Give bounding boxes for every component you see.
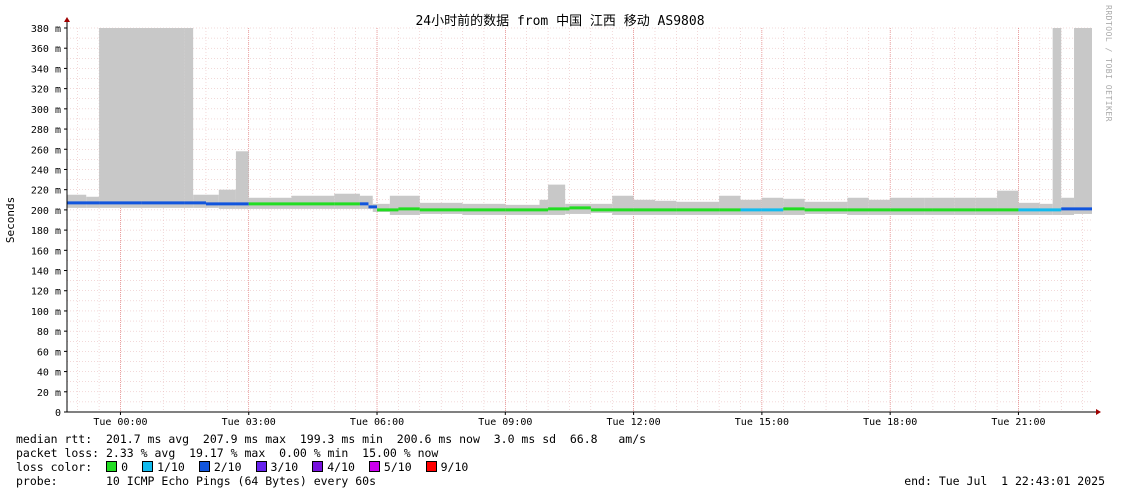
jitter-band — [719, 195, 741, 215]
rrdtool-watermark: RRDTOOL / TOBI OETIKER — [1104, 5, 1113, 122]
loss-swatch — [425, 461, 437, 472]
jitter-band — [548, 184, 566, 215]
loss-swatch — [255, 461, 267, 472]
loss-legend-label: 9/10 — [440, 460, 469, 474]
jitter-band — [1061, 197, 1075, 215]
loss-legend-label: 0 — [121, 460, 129, 474]
jitter-band — [590, 203, 613, 213]
y-tick-label: 80 m — [37, 327, 61, 338]
x-tick-label: Tue 21:00 — [991, 417, 1045, 428]
x-tick-label: Tue 18:00 — [863, 417, 917, 428]
loss-legend-item: 9/10 — [425, 460, 469, 474]
y-tick-label: 60 m — [37, 347, 61, 358]
jitter-band — [954, 197, 976, 215]
jitter-band — [975, 197, 998, 215]
y-tick-label: 260 m — [31, 145, 61, 156]
jitter-band — [847, 197, 869, 215]
loss-legend-label: 4/10 — [327, 460, 355, 474]
packet-loss-stats: packet loss: 2.33 % avg 19.17 % max 0.00… — [16, 446, 439, 460]
jitter-band — [389, 195, 420, 215]
jitter-band — [676, 201, 720, 215]
x-axis-arrow — [1096, 409, 1101, 415]
loss-legend-label: 2/10 — [213, 460, 242, 474]
y-tick-label: 100 m — [31, 307, 61, 318]
jitter-band — [633, 199, 655, 215]
loss-swatch — [368, 461, 380, 472]
x-tick-label: Tue 03:00 — [222, 417, 276, 428]
jitter-band — [761, 197, 784, 215]
loss-legend-item: 2/10 — [198, 460, 242, 474]
jitter-band — [235, 151, 249, 209]
loss-legend-label: 3/10 — [270, 460, 299, 474]
jitter-band — [291, 195, 335, 209]
jitter-band — [868, 199, 891, 215]
y-tick-label: 220 m — [31, 186, 61, 197]
loss-swatch — [312, 461, 324, 472]
smokeping-graph: 0 20 m 40 m 60 m 80 m 100 m 120 m 140 m 160 m 180… — [0, 0, 1121, 494]
loss-legend-item: 3/10 — [255, 460, 299, 474]
loss-color-legend: loss color: 0 1/10 2/10 3/10 4/10 5/10 9/10 — [16, 460, 482, 474]
jitter-band — [218, 189, 236, 209]
loss-swatch — [142, 461, 154, 472]
loss-legend-item: 1/10 — [142, 460, 185, 474]
jitter-band — [67, 194, 87, 208]
x-tick-label: Tue 09:00 — [478, 417, 532, 428]
jitter-band — [193, 194, 219, 208]
y-tick-label: 40 m — [37, 368, 61, 379]
y-axis-arrow — [64, 17, 70, 22]
y-tick-label: 0 — [55, 408, 61, 419]
loss-legend-item: 0 — [106, 460, 128, 474]
jitter-band — [924, 197, 955, 215]
x-tick-label: Tue 00:00 — [93, 417, 147, 428]
jitter-band — [99, 28, 185, 208]
x-tick-label: Tue 06:00 — [350, 417, 404, 428]
jitter-band — [804, 201, 848, 214]
loss-swatch — [106, 461, 118, 472]
y-tick-label: 120 m — [31, 287, 61, 298]
y-tick-label: 280 m — [31, 125, 61, 136]
y-tick-label: 140 m — [31, 267, 61, 278]
jitter-band — [740, 199, 762, 215]
y-tick-label: 160 m — [31, 246, 61, 257]
jitter-band — [612, 195, 634, 215]
y-tick-label: 340 m — [31, 64, 61, 75]
loss-legend-label: 1/10 — [157, 460, 185, 474]
jitter-band — [654, 200, 677, 215]
median-rtt-stats: median rtt: 201.7 ms avg 207.9 ms max 19… — [16, 432, 647, 446]
jitter-band — [890, 197, 925, 215]
y-tick-label: 240 m — [31, 165, 61, 176]
jitter-band — [334, 193, 360, 209]
jitter-band — [184, 28, 194, 208]
jitter-band — [1052, 28, 1062, 215]
y-axis-label: Seconds — [4, 197, 17, 243]
y-tick-label: 300 m — [31, 105, 61, 116]
y-tick-label: 360 m — [31, 44, 61, 55]
y-tick-label: 320 m — [31, 85, 61, 96]
loss-legend-item: 5/10 — [368, 460, 412, 474]
y-tick-label: 180 m — [31, 226, 61, 237]
loss-legend-item: 4/10 — [312, 460, 355, 474]
probe-info: probe: 10 ICMP Echo Pings (64 Bytes) eve… — [16, 474, 377, 488]
loss-swatch — [198, 461, 210, 472]
chart-title: 24小时前的数据 from 中国 江西 移动 AS9808 — [415, 13, 704, 29]
x-tick-label: Tue 12:00 — [606, 417, 660, 428]
end-timestamp: end: Tue Jul 1 22:43:01 2025 — [904, 474, 1105, 488]
x-tick-label: Tue 15:00 — [735, 417, 789, 428]
latency-chart: 0 20 m 40 m 60 m 80 m 100 m 120 m 140 m 160 m 180… — [4, 13, 1101, 428]
y-tick-label: 20 m — [37, 388, 61, 399]
loss-legend-label: 5/10 — [383, 460, 412, 474]
jitter-band — [419, 202, 463, 214]
y-tick-label: 380 m — [31, 24, 61, 35]
jitter-band — [1074, 28, 1092, 214]
y-tick-label: 200 m — [31, 206, 61, 217]
jitter-band — [539, 199, 549, 215]
loss-color-label: loss color: — [16, 460, 93, 474]
jitter-band — [783, 198, 805, 215]
